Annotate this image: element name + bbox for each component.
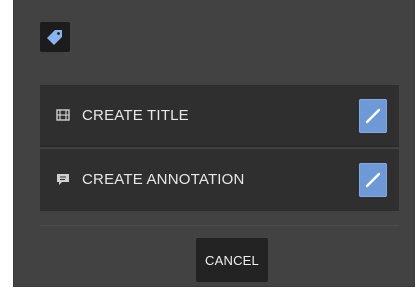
cancel-button[interactable]: CANCEL [196, 238, 268, 282]
create-title-label: CREATE TITLE [82, 107, 189, 124]
create-annotation-option[interactable]: CREATE ANNOTATION [40, 149, 399, 211]
comment-icon [56, 172, 70, 186]
divider [40, 225, 399, 226]
tag-icon [40, 22, 70, 52]
pencil-icon [365, 172, 381, 188]
create-annotation-edit-button[interactable] [359, 163, 387, 197]
create-annotation-label: CREATE ANNOTATION [82, 171, 245, 188]
create-title-edit-button[interactable] [359, 99, 387, 133]
create-dialog: CREATE TITLE CREATE ANNOTATION CANCEL [14, 0, 414, 286]
film-icon [56, 108, 70, 122]
create-title-option[interactable]: CREATE TITLE [40, 85, 399, 147]
pencil-icon [365, 108, 381, 124]
